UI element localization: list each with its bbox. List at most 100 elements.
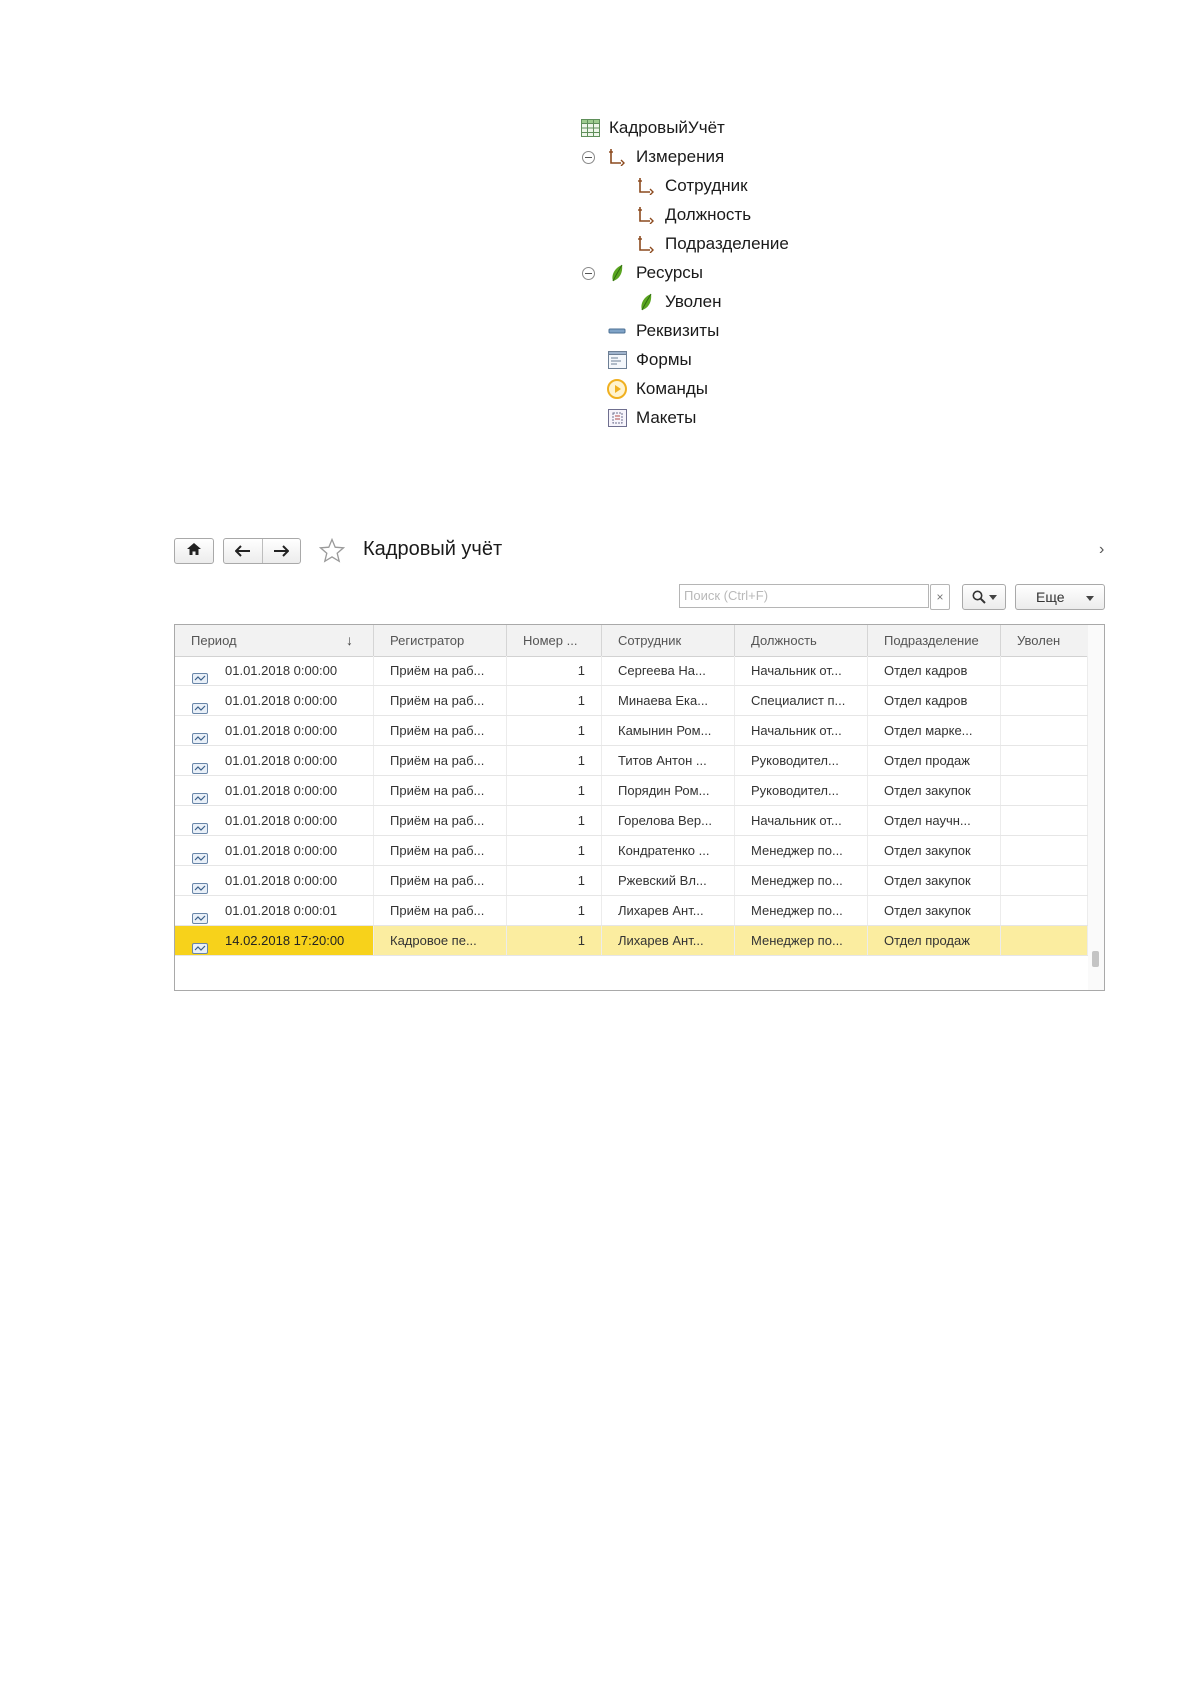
form-title: Кадровый учёт bbox=[363, 538, 503, 560]
table-row[interactable]: 01.01.2018 0:00:00 Приём на раб... 1 Кондра… bbox=[175, 836, 1088, 866]
cell-position-text: Менеджер по... bbox=[751, 903, 843, 918]
search-input[interactable]: Поиск (Ctrl+F) bbox=[679, 584, 929, 608]
favorite-star-icon[interactable] bbox=[318, 537, 346, 568]
tree-item-dimension[interactable]: Подразделение bbox=[636, 232, 789, 256]
cell-department-text: Отдел закупок bbox=[884, 903, 971, 918]
cell-employee: Лихарев Ант... bbox=[602, 926, 735, 955]
cell-fired bbox=[1001, 656, 1088, 685]
table-row[interactable]: 14.02.2018 17:20:00 Кадровое пе... 1 Лихаре… bbox=[175, 926, 1088, 956]
cell-employee-text: Порядин Ром... bbox=[618, 783, 710, 798]
cell-employee-text: Ржевский Вл... bbox=[618, 873, 707, 888]
vertical-scrollbar[interactable] bbox=[1088, 625, 1104, 990]
cell-department: Отдел научн... bbox=[868, 806, 1001, 835]
tree-item-dimension[interactable]: Должность bbox=[636, 203, 751, 227]
cell-number-text: 1 bbox=[577, 693, 585, 708]
home-button[interactable] bbox=[174, 538, 214, 564]
cell-department-text: Отдел кадров bbox=[884, 693, 968, 708]
cell-period: 01.01.2018 0:00:00 bbox=[175, 806, 374, 835]
cell-department: Отдел кадров bbox=[868, 686, 1001, 715]
cell-number-text: 1 bbox=[577, 903, 585, 918]
tree-node-resources[interactable]: Ресурсы bbox=[607, 261, 703, 285]
column-header-number[interactable]: Номер ... bbox=[507, 625, 602, 656]
tree-item-dimension[interactable]: Сотрудник bbox=[636, 174, 748, 198]
cell-employee-text: Сергеева На... bbox=[618, 663, 706, 678]
register-record-icon bbox=[192, 725, 208, 745]
cell-period-text: 01.01.2018 0:00:00 bbox=[225, 753, 338, 768]
cell-registrar: Приём на раб... bbox=[374, 866, 507, 895]
tree-item-label: Уволен bbox=[665, 292, 722, 311]
cell-registrar-text: Приём на раб... bbox=[390, 693, 485, 708]
collapse-resources-icon[interactable] bbox=[582, 267, 595, 280]
tree-node-label: Измерения bbox=[636, 147, 725, 166]
cell-registrar: Приём на раб... bbox=[374, 746, 507, 775]
tree-item-label: Подразделение bbox=[665, 234, 789, 253]
cell-position: Руководител... bbox=[735, 746, 868, 775]
cell-fired bbox=[1001, 746, 1088, 775]
tree-node-templates[interactable]: Макеты bbox=[607, 406, 696, 430]
cell-registrar: Приём на раб... bbox=[374, 806, 507, 835]
cell-position: Начальник от... bbox=[735, 716, 868, 745]
back-button[interactable] bbox=[224, 539, 263, 563]
cell-employee: Сергеева На... bbox=[602, 656, 735, 685]
table-row[interactable]: 01.01.2018 0:00:00 Приём на раб... 1 Камыни… bbox=[175, 716, 1088, 746]
tree-node-commands[interactable]: Команды bbox=[607, 377, 708, 401]
table-row[interactable]: 01.01.2018 0:00:01 Приём на раб... 1 Лихаре… bbox=[175, 896, 1088, 926]
table-row[interactable]: 01.01.2018 0:00:00 Приём на раб... 1 Минаев… bbox=[175, 686, 1088, 716]
cell-registrar: Приём на раб... bbox=[374, 656, 507, 685]
cell-period-text: 01.01.2018 0:00:00 bbox=[225, 663, 338, 678]
more-button[interactable]: Еще bbox=[1015, 584, 1105, 610]
column-header-period[interactable]: Период ↓ bbox=[175, 625, 374, 656]
cell-number-text: 1 bbox=[577, 723, 585, 738]
column-header-department[interactable]: Подразделение bbox=[868, 625, 1001, 656]
table-row[interactable]: 01.01.2018 0:00:00 Приём на раб... 1 Ржевск… bbox=[175, 866, 1088, 896]
tree-node-label: Команды bbox=[636, 379, 709, 398]
clear-search-button[interactable]: × bbox=[930, 584, 950, 610]
tree-item-label: Должность bbox=[665, 205, 752, 224]
cell-registrar-text: Приём на раб... bbox=[390, 873, 485, 888]
register-record-icon bbox=[192, 665, 208, 685]
collapse-dimensions-icon[interactable] bbox=[582, 151, 595, 164]
cell-registrar: Приём на раб... bbox=[374, 896, 507, 925]
cell-department: Отдел закупок bbox=[868, 866, 1001, 895]
search-button[interactable] bbox=[962, 584, 1006, 610]
register-record-icon bbox=[192, 755, 208, 775]
tree-node-forms[interactable]: Формы bbox=[607, 348, 692, 372]
scrollbar-thumb[interactable] bbox=[1092, 951, 1099, 967]
cell-employee: Горелова Вер... bbox=[602, 806, 735, 835]
dimension-icon bbox=[607, 147, 627, 167]
column-header-fired[interactable]: Уволен bbox=[1001, 625, 1088, 656]
cell-fired bbox=[1001, 896, 1088, 925]
register-record-icon bbox=[192, 875, 208, 895]
dimension-icon bbox=[636, 176, 656, 196]
cell-period-text: 01.01.2018 0:00:01 bbox=[225, 903, 338, 918]
cell-position: Менеджер по... bbox=[735, 866, 868, 895]
column-header-employee[interactable]: Сотрудник bbox=[602, 625, 735, 656]
attribute-icon bbox=[607, 321, 627, 341]
cell-position: Менеджер по... bbox=[735, 836, 868, 865]
arrow-right-icon bbox=[274, 545, 290, 557]
forward-button[interactable] bbox=[263, 539, 301, 563]
table-row[interactable]: 01.01.2018 0:00:00 Приём на раб... 1 Горело… bbox=[175, 806, 1088, 836]
cell-department: Отдел кадров bbox=[868, 656, 1001, 685]
cell-registrar: Кадровое пе... bbox=[374, 926, 507, 955]
expand-chevron-icon[interactable]: › bbox=[1099, 541, 1104, 559]
tree-node-attributes[interactable]: Реквизиты bbox=[607, 319, 719, 343]
cell-employee: Титов Антон ... bbox=[602, 746, 735, 775]
cell-period: 14.02.2018 17:20:00 bbox=[175, 926, 374, 955]
tree-root[interactable]: КадровыйУчёт bbox=[580, 116, 725, 140]
cell-period-text: 01.01.2018 0:00:00 bbox=[225, 693, 338, 708]
tree-node-dimensions[interactable]: Измерения bbox=[607, 145, 724, 169]
cell-registrar-text: Кадровое пе... bbox=[390, 933, 477, 948]
column-header-registrar[interactable]: Регистратор bbox=[374, 625, 507, 656]
tree-item-resource[interactable]: Уволен bbox=[636, 290, 722, 314]
cell-registrar-text: Приём на раб... bbox=[390, 843, 485, 858]
table-row[interactable]: 01.01.2018 0:00:00 Приём на раб... 1 Поряди… bbox=[175, 776, 1088, 806]
column-header-position[interactable]: Должность bbox=[735, 625, 868, 656]
table-header: Период ↓ Регистратор Номер ... Сотрудник… bbox=[175, 625, 1088, 657]
cell-fired bbox=[1001, 716, 1088, 745]
cell-fired bbox=[1001, 776, 1088, 805]
table-row[interactable]: 01.01.2018 0:00:00 Приём на раб... 1 Титов … bbox=[175, 746, 1088, 776]
cell-department: Отдел закупок bbox=[868, 776, 1001, 805]
table-row[interactable]: 01.01.2018 0:00:00 Приём на раб... 1 Сергее… bbox=[175, 656, 1088, 686]
cell-position: Специалист п... bbox=[735, 686, 868, 715]
